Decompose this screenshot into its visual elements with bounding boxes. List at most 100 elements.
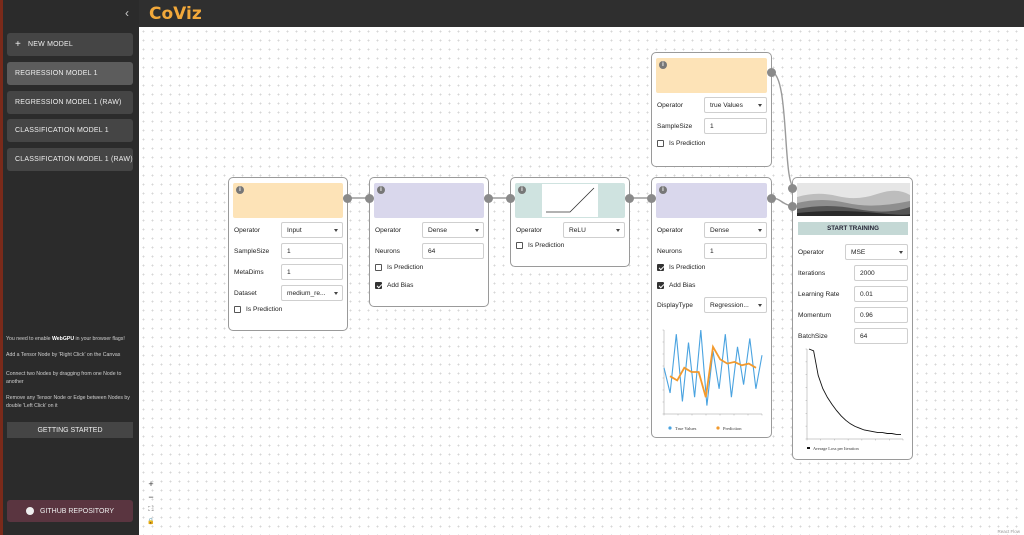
sidebar-item-label: REGRESSION MODEL 1 (RAW)	[15, 99, 122, 106]
sidebar-item-classification-model-1[interactable]: CLASSIFICATION MODEL 1	[7, 119, 133, 142]
info-icon[interactable]: i	[659, 186, 667, 194]
dense1-output-port[interactable]	[484, 194, 493, 203]
train-input-port-2[interactable]	[788, 202, 797, 211]
regression-chart: True Values Prediction	[662, 329, 763, 431]
zoom-out-button[interactable]: −	[146, 492, 156, 502]
github-label: GITHUB REPOSITORY	[39, 507, 115, 515]
help-add-node: Add a Tensor Node by 'Right Click' on th…	[6, 352, 121, 358]
app-logo: CoViz	[149, 4, 202, 24]
dataset-select[interactable]: medium_re...	[281, 285, 343, 301]
batchsize-label: BatchSize	[798, 333, 828, 340]
true-values-node[interactable]: i Operator true Values SampleSize 1 Is P…	[651, 52, 772, 167]
relu-preview-graph	[542, 184, 598, 217]
github-repository-button[interactable]: GITHUB REPOSITORY	[7, 500, 133, 522]
dense1-input-port[interactable]	[365, 194, 374, 203]
loss-operator-select[interactable]: MSE	[845, 244, 908, 260]
dense-node-1[interactable]: i Operator Dense Neurons 64 Is Predictio…	[369, 177, 489, 307]
node-header: i	[515, 183, 625, 218]
new-model-label: NEW MODEL	[28, 41, 74, 48]
neurons-label: Neurons	[375, 248, 400, 255]
batchsize-input[interactable]: 64	[854, 328, 908, 344]
help-webgpu: You need to enable WebGPU in your browse…	[6, 336, 125, 342]
node-header: i	[656, 183, 767, 218]
info-icon[interactable]: i	[236, 186, 244, 194]
relu-input-port[interactable]	[506, 194, 515, 203]
displaytype-label: DisplayType	[657, 302, 693, 309]
react-flow-attribution[interactable]: React Flow	[997, 529, 1020, 534]
sidebar-item-label: REGRESSION MODEL 1	[15, 70, 98, 77]
fit-view-button[interactable]: ⛶	[146, 505, 156, 515]
legend-pred-label: Prediction	[723, 426, 742, 431]
legend-true-label: True Values	[675, 426, 697, 431]
train-input-port-1[interactable]	[788, 184, 797, 193]
samplesize-input[interactable]: 1	[281, 243, 343, 259]
node-header: i	[233, 183, 343, 218]
add-bias-checkbox[interactable]: Add Bias	[375, 282, 413, 289]
neurons-input[interactable]: 1	[704, 243, 767, 259]
relu-output-port[interactable]	[625, 194, 634, 203]
sidebar-item-classification-model-1-raw[interactable]: CLASSIFICATION MODEL 1 (RAW)	[7, 148, 133, 171]
relu-node[interactable]: i Operator ReLU Is Prediction	[510, 177, 630, 267]
loss-series	[808, 348, 901, 435]
input-node[interactable]: i Operator Input SampleSize 1 MetaDims 1…	[228, 177, 348, 331]
samplesize-label: SampleSize	[657, 123, 693, 130]
operator-select[interactable]: Dense	[422, 222, 484, 238]
momentum-input[interactable]: 0.96	[854, 307, 908, 323]
input-output-port[interactable]	[343, 194, 352, 203]
add-bias-checkbox[interactable]: Add Bias	[657, 282, 695, 289]
operator-select[interactable]: Input	[281, 222, 343, 238]
dataset-label: Dataset	[234, 290, 257, 297]
iterations-label: Iterations	[798, 270, 826, 277]
operator-select[interactable]: Dense	[704, 222, 767, 238]
true-values-series	[663, 329, 763, 406]
zoom-in-button[interactable]: +	[146, 479, 156, 489]
top-bar: CoViz	[139, 0, 1024, 27]
node-header: i	[374, 183, 484, 218]
plus-icon: +	[15, 39, 22, 50]
is-prediction-checkbox[interactable]: Is Prediction	[375, 264, 423, 271]
metadims-input[interactable]: 1	[281, 264, 343, 280]
help-remove-node: Remove any Tensor Node or Edge between N…	[6, 395, 130, 409]
info-icon[interactable]: i	[377, 186, 385, 194]
operator-label: Operator	[234, 227, 261, 234]
node-header: i	[656, 58, 767, 93]
chevron-left-icon[interactable]: ‹	[125, 6, 129, 20]
new-model-button[interactable]: + NEW MODEL	[7, 33, 133, 56]
operator-label: Operator	[798, 249, 825, 256]
operator-select[interactable]: ReLU	[563, 222, 625, 238]
operator-label: Operator	[516, 227, 543, 234]
sidebar-item-regression-model-1[interactable]: REGRESSION MODEL 1	[7, 62, 133, 85]
samplesize-label: SampleSize	[234, 248, 270, 255]
training-header-image	[797, 183, 910, 216]
sidebar: ‹ + NEW MODEL REGRESSION MODEL 1 REGRESS…	[3, 0, 139, 535]
displaytype-select[interactable]: Regression...	[704, 297, 767, 313]
info-icon[interactable]: i	[518, 186, 526, 194]
training-node[interactable]: START TRAINING Operator MSE Iterations 2…	[792, 177, 913, 460]
dense-node-2[interactable]: i Operator Dense Neurons 1 Is Prediction…	[651, 177, 772, 438]
truevalues-output-port[interactable]	[767, 68, 776, 77]
learning-rate-label: Learning Rate	[798, 291, 840, 298]
operator-label: Operator	[375, 227, 402, 234]
is-prediction-checkbox[interactable]: Is Prediction	[657, 140, 705, 147]
neurons-label: Neurons	[657, 248, 682, 255]
operator-label: Operator	[657, 227, 684, 234]
loss-legend-label: Average Loss per Iteration	[813, 446, 859, 451]
dense2-output-port[interactable]	[767, 194, 776, 203]
iterations-input[interactable]: 2000	[854, 265, 908, 281]
sidebar-item-regression-model-1-raw[interactable]: REGRESSION MODEL 1 (RAW)	[7, 91, 133, 114]
loss-legend-swatch	[807, 447, 810, 449]
start-training-button[interactable]: START TRAINING	[798, 222, 908, 235]
help-connect-nodes: Connect two Nodes by dragging from one N…	[6, 371, 122, 385]
info-icon[interactable]: i	[659, 61, 667, 69]
neurons-input[interactable]: 64	[422, 243, 484, 259]
is-prediction-checkbox[interactable]: Is Prediction	[234, 306, 282, 313]
lock-icon[interactable]: 🔒	[146, 517, 156, 527]
is-prediction-checkbox[interactable]: Is Prediction	[516, 242, 564, 249]
operator-select[interactable]: true Values	[704, 97, 767, 113]
getting-started-button[interactable]: GETTING STARTED	[7, 422, 133, 438]
operator-label: Operator	[657, 102, 684, 109]
is-prediction-checkbox[interactable]: Is Prediction	[657, 264, 705, 271]
dense2-input-port[interactable]	[647, 194, 656, 203]
learning-rate-input[interactable]: 0.01	[854, 286, 908, 302]
samplesize-input[interactable]: 1	[704, 118, 767, 134]
